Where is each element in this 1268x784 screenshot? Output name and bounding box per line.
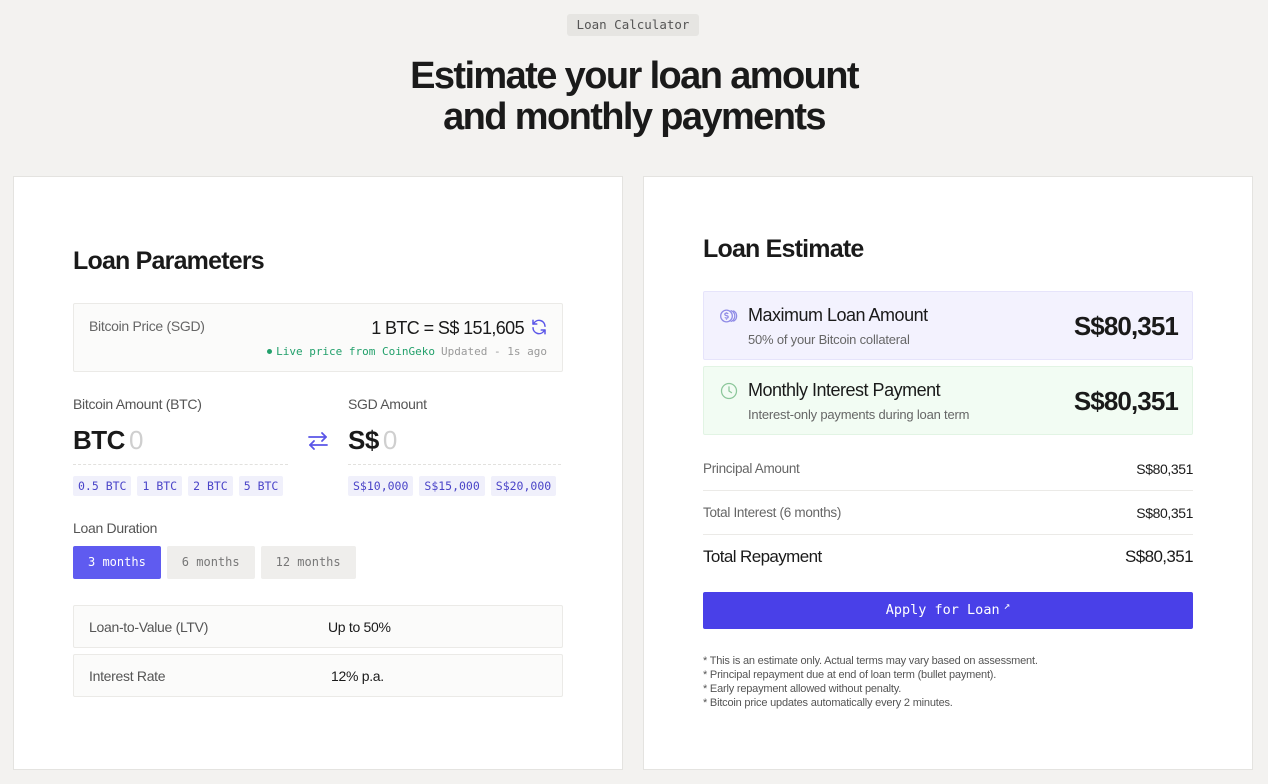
ltv-row: Loan-to-Value (LTV) Up to 50% (73, 605, 563, 648)
chip-btc-1[interactable]: 1 BTC (137, 476, 183, 496)
note-line: * Bitcoin price updates automatically ev… (703, 697, 953, 709)
coins-icon (720, 309, 738, 323)
total-interest-row: Total Interest (6 months) S$80,351 (703, 491, 1193, 535)
total-interest-label: Total Interest (6 months) (703, 505, 842, 520)
monthly-interest-value: S$80,351 (1073, 386, 1179, 416)
sgd-amount-input[interactable]: S$ 0 (348, 425, 561, 465)
btc-amount-value: 0 (128, 425, 143, 455)
updated-time-text: Updated - 1s ago (441, 345, 547, 358)
page-badge: Loan Calculator (567, 14, 699, 36)
note-line: * Early repayment allowed without penalt… (703, 683, 902, 695)
maximum-loan-value: S$80,351 (1073, 311, 1179, 341)
external-arrow-icon: ↗ (1003, 599, 1011, 612)
chip-sgd-10000[interactable]: S$10,000 (348, 476, 414, 496)
page-headline: Estimate your loan amount and monthly pa… (0, 56, 1268, 138)
apply-for-loan-button[interactable]: Apply for Loan ↗ (703, 592, 1193, 629)
sgd-amount-label: SGD Amount (348, 396, 427, 412)
chip-btc-5[interactable]: 5 BTC (238, 476, 284, 496)
apply-for-loan-label: Apply for Loan (885, 602, 1000, 618)
btc-amount-input[interactable]: BTC 0 (73, 425, 288, 465)
maximum-loan-subtitle: 50% of your Bitcoin collateral (748, 332, 910, 347)
live-price-status: Live price from CoinGeko Updated - 1s ago (267, 345, 547, 358)
loan-duration-selector: 3 months 6 months 12 months (73, 546, 356, 579)
disclaimer-notes: * This is an estimate only. Actual terms… (703, 654, 1038, 710)
swap-arrows-icon[interactable] (306, 431, 330, 451)
duration-3-months-button[interactable]: 3 months (73, 546, 161, 579)
monthly-interest-title: Monthly Interest Payment (748, 380, 941, 400)
bitcoin-price-label: Bitcoin Price (SGD) (89, 318, 205, 334)
chip-btc-2[interactable]: 2 BTC (188, 476, 233, 496)
sgd-prefix: S$ (348, 425, 379, 455)
loan-parameters-panel: Loan Parameters Bitcoin Price (SGD) 1 BT… (13, 176, 623, 770)
principal-amount-row: Principal Amount S$80,351 (703, 447, 1193, 491)
total-interest-value: S$80,351 (1136, 505, 1193, 521)
loan-duration-label: Loan Duration (73, 520, 158, 536)
interest-rate-label: Interest Rate (89, 668, 166, 684)
note-line: * This is an estimate only. Actual terms… (703, 655, 1038, 667)
bitcoin-price-box: Bitcoin Price (SGD) 1 BTC = S$ 151,605 L… (73, 303, 563, 372)
loan-parameters-title: Loan Parameters (73, 247, 265, 275)
sgd-quick-chips: S$10,000 S$15,000 S$20,000 (348, 476, 557, 496)
bitcoin-price-value: 1 BTC = S$ 151,605 (371, 318, 524, 338)
btc-prefix: BTC (73, 425, 125, 455)
total-repayment-row: Total Repayment S$80,351 (703, 535, 1194, 579)
total-repayment-value: S$80,351 (1125, 547, 1194, 566)
loan-estimate-title: Loan Estimate (703, 235, 864, 263)
refresh-icon[interactable] (530, 318, 548, 336)
interest-rate-value: 12% p.a. (331, 668, 384, 684)
loan-estimate-panel: Loan Estimate Maximum Loan Amount 50% of… (643, 176, 1253, 770)
note-line: * Principal repayment due at end of loan… (703, 669, 997, 681)
principal-amount-label: Principal Amount (703, 461, 800, 476)
chip-btc-0-5[interactable]: 0.5 BTC (73, 476, 132, 496)
ltv-value: Up to 50% (328, 619, 391, 635)
interest-rate-row: Interest Rate 12% p.a. (73, 654, 563, 697)
clock-icon (720, 382, 738, 400)
principal-amount-value: S$80,351 (1136, 461, 1193, 477)
sgd-amount-value: 0 (382, 425, 397, 455)
btc-amount-label: Bitcoin Amount (BTC) (73, 396, 202, 412)
headline-line-1: Estimate your loan amount (410, 55, 859, 97)
maximum-loan-card: Maximum Loan Amount 50% of your Bitcoin … (703, 291, 1193, 360)
monthly-interest-card: Monthly Interest Payment Interest-only p… (703, 366, 1193, 435)
btc-quick-chips: 0.5 BTC 1 BTC 2 BTC 5 BTC (73, 476, 284, 496)
chip-sgd-15000[interactable]: S$15,000 (419, 476, 485, 496)
monthly-interest-subtitle: Interest-only payments during loan term (748, 407, 970, 422)
ltv-label: Loan-to-Value (LTV) (89, 619, 209, 635)
live-price-text: Live price from CoinGeko (276, 345, 436, 358)
maximum-loan-title: Maximum Loan Amount (748, 305, 928, 325)
chip-sgd-20000[interactable]: S$20,000 (490, 476, 557, 496)
total-repayment-label: Total Repayment (703, 547, 822, 566)
live-indicator-dot (267, 348, 273, 354)
headline-line-2: and monthly payments (443, 96, 826, 138)
duration-6-months-button[interactable]: 6 months (166, 546, 255, 579)
duration-12-months-button[interactable]: 12 months (260, 546, 356, 579)
